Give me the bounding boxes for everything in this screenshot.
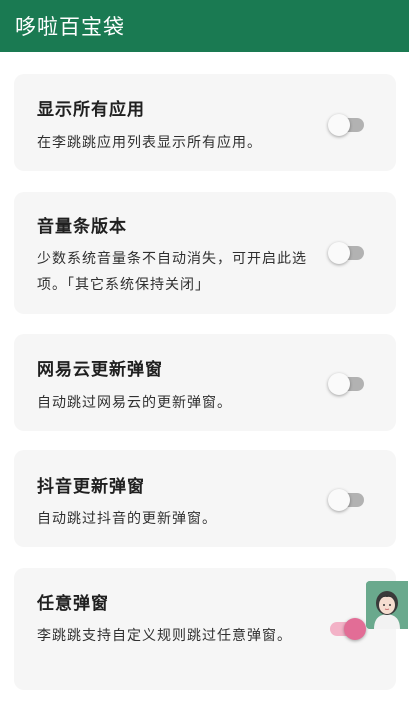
setting-title: 音量条版本 <box>37 217 127 237</box>
setting-description: 自动跳过网易云的更新弹窗。 <box>37 395 232 411</box>
avatar-icon <box>366 581 408 629</box>
setting-title: 抖音更新弹窗 <box>37 477 145 497</box>
app-bar: 哆啦百宝袋 <box>0 0 409 52</box>
toggle-switch[interactable] <box>328 617 366 641</box>
setting-card-douyin-update: 抖音更新弹窗 自动跳过抖音的更新弹窗。 <box>14 450 396 547</box>
toggle-switch[interactable] <box>328 113 366 137</box>
app-title: 哆啦百宝袋 <box>15 15 125 39</box>
setting-title: 任意弹窗 <box>37 594 109 614</box>
setting-card-volume-bar: 音量条版本 少数系统音量条不自动消失，可开启此选项。「其它系统保持关闭」 <box>14 192 396 314</box>
setting-title: 显示所有应用 <box>37 100 145 120</box>
toggle-switch[interactable] <box>328 488 366 512</box>
setting-description: 李跳跳支持自定义规则跳过任意弹窗。 <box>37 628 292 644</box>
setting-description: 自动跳过抖音的更新弹窗。 <box>37 511 217 527</box>
toggle-switch[interactable] <box>328 241 366 265</box>
setting-description: 在李跳跳应用列表显示所有应用。 <box>37 135 262 151</box>
setting-card-netease-update: 网易云更新弹窗 自动跳过网易云的更新弹窗。 <box>14 334 396 431</box>
switch-thumb <box>328 489 350 511</box>
floating-avatar-widget[interactable] <box>366 581 408 629</box>
switch-thumb <box>328 373 350 395</box>
switch-thumb <box>344 618 366 640</box>
setting-card-show-all-apps: 显示所有应用 在李跳跳应用列表显示所有应用。 <box>14 74 396 171</box>
setting-title: 网易云更新弹窗 <box>37 360 163 380</box>
setting-description: 少数系统音量条不自动消失，可开启此选项。「其它系统保持关闭」 <box>37 251 307 293</box>
toggle-switch[interactable] <box>328 372 366 396</box>
switch-thumb <box>328 114 350 136</box>
switch-thumb <box>328 242 350 264</box>
setting-card-any-popup: 任意弹窗 李跳跳支持自定义规则跳过任意弹窗。 <box>14 568 396 690</box>
